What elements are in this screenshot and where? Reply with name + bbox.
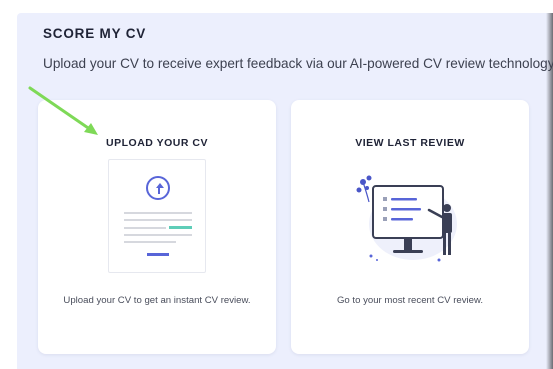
section-title: SCORE MY CV [43,26,147,41]
view-last-review-card-title: VIEW LAST REVIEW [355,137,465,149]
view-last-review-card-description: Go to your most recent CV review. [336,295,484,306]
upload-arrow-icon [146,176,170,200]
annotation-arrow-icon [28,86,98,135]
upload-cv-card-description: Upload your CV to get an instant CV revi… [63,295,251,306]
presentation-review-icon [356,175,457,262]
section-subtitle: Upload your CV to receive expert feedbac… [43,56,553,71]
view-last-review-card[interactable]: VIEW LAST REVIEW Go to your most recent … [291,100,529,354]
upload-document-icon [108,159,206,273]
